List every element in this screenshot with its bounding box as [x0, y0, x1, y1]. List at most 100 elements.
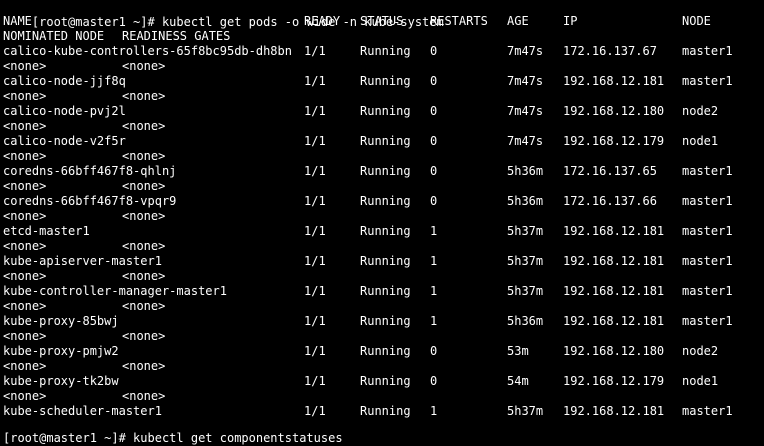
pod-ready: 1/1 — [304, 284, 326, 298]
pod-restarts: 0 — [430, 74, 438, 88]
table-row: coredns-66bff467f8-vpqr9 1/1 Running 0 5h36m… — [3, 194, 763, 209]
pod-name: calico-node-jjf8q — [3, 74, 126, 88]
pod-node: master1 — [682, 164, 733, 178]
pod-node: master1 — [682, 254, 733, 268]
table-row: kube-proxy-pmjw2 1/1 Running 0 53m 192.168.12… — [3, 344, 763, 359]
pod-readiness-gates: <none> — [122, 389, 166, 403]
pod-nominated-node: <none> — [3, 329, 47, 343]
pod-status: Running — [360, 224, 411, 238]
pod-age: 7m47s — [507, 134, 544, 148]
pod-readiness-gates: <none> — [122, 269, 166, 283]
pod-node: master1 — [682, 314, 733, 328]
table-row-continued: <none> <none> — [3, 149, 763, 164]
table-row-continued: <none> <none> — [3, 299, 763, 314]
pod-node: master1 — [682, 284, 733, 298]
table-row: etcd-master1 1/1 Running 1 5h37m 192.168.12.1… — [3, 224, 763, 239]
pod-age: 5h36m — [507, 164, 544, 178]
pod-status: Running — [360, 254, 411, 268]
pod-readiness-gates: <none> — [122, 179, 166, 193]
table-row: kube-proxy-tk2bw 1/1 Running 0 54m 192.168.12… — [3, 374, 763, 389]
pod-ready: 1/1 — [304, 44, 326, 58]
pod-readiness-gates: <none> — [122, 359, 166, 373]
pod-readiness-gates: <none> — [122, 59, 166, 73]
table-row-continued: <none> <none> — [3, 239, 763, 254]
pod-age: 5h36m — [507, 314, 544, 328]
pod-name: kube-proxy-85bwj — [3, 314, 119, 328]
pod-readiness-gates: <none> — [122, 149, 166, 163]
pod-restarts: 1 — [430, 314, 438, 328]
pod-ready: 1/1 — [304, 404, 326, 418]
pod-status: Running — [360, 374, 411, 388]
pod-restarts: 0 — [430, 134, 438, 148]
pod-ip: 192.168.12.181 — [563, 74, 665, 88]
pod-ip: 192.168.12.181 — [563, 224, 665, 238]
pod-name: coredns-66bff467f8-qhlnj — [3, 164, 177, 178]
pod-status: Running — [360, 344, 411, 358]
pod-status: Running — [360, 134, 411, 148]
header-nominated-node: NOMINATED NODE — [3, 29, 105, 43]
command-line: [root@master1 ~]# kubectl get pods -o wi… — [3, 0, 763, 29]
pod-readiness-gates: <none> — [122, 329, 166, 343]
pod-nominated-node: <none> — [3, 359, 47, 373]
table-row-continued: <none> <none> — [3, 59, 763, 74]
pod-node: node2 — [682, 344, 719, 358]
pod-restarts: 0 — [430, 164, 438, 178]
pod-node: master1 — [682, 224, 733, 238]
pod-node: node2 — [682, 104, 719, 118]
pod-status: Running — [360, 284, 411, 298]
pod-node: node1 — [682, 134, 719, 148]
pod-nominated-node: <none> — [3, 59, 47, 73]
table-row: calico-node-pvj2l 1/1 Running 0 7m47s 192.168… — [3, 104, 763, 119]
pod-name: calico-node-pvj2l — [3, 104, 126, 118]
pod-node: master1 — [682, 194, 733, 208]
pod-nominated-node: <none> — [3, 119, 47, 133]
terminal-window[interactable]: [root@master1 ~]# kubectl get pods -o wi… — [0, 0, 764, 445]
pod-age: 5h37m — [507, 254, 544, 268]
table-header: NAME READY STATUS RESTARTS AGE IP NODE — [3, 14, 763, 29]
table-row-continued: <none> <none> — [3, 389, 763, 404]
pod-ip: 172.16.137.66 — [563, 194, 657, 208]
table-row-continued: <none> <none> — [3, 89, 763, 104]
pod-ready: 1/1 — [304, 134, 326, 148]
pod-ready: 1/1 — [304, 74, 326, 88]
pod-readiness-gates: <none> — [122, 239, 166, 253]
pod-readiness-gates: <none> — [122, 209, 166, 223]
pod-status: Running — [360, 44, 411, 58]
table-row-continued: <none> <none> — [3, 269, 763, 284]
pod-status: Running — [360, 104, 411, 118]
pod-nominated-node: <none> — [3, 209, 47, 223]
pod-ip: 192.168.12.180 — [563, 104, 665, 118]
pod-name: kube-proxy-tk2bw — [3, 374, 119, 388]
pod-name: kube-apiserver-master1 — [3, 254, 162, 268]
table-row-continued: <none> <none> — [3, 359, 763, 374]
pod-ready: 1/1 — [304, 344, 326, 358]
pod-ip: 192.168.12.181 — [563, 284, 665, 298]
pod-readiness-gates: <none> — [122, 299, 166, 313]
pod-readiness-gates: <none> — [122, 89, 166, 103]
table-row: calico-kube-controllers-65f8bc95db-dh8bn… — [3, 44, 763, 59]
pod-status: Running — [360, 74, 411, 88]
pod-node: master1 — [682, 404, 733, 418]
pod-status: Running — [360, 194, 411, 208]
pod-nominated-node: <none> — [3, 389, 47, 403]
next-command-line: [root@master1 ~]# kubectl get components… — [3, 431, 343, 445]
table-row-continued: <none> <none> — [3, 179, 763, 194]
header-node: NODE — [682, 14, 711, 28]
pod-name: coredns-66bff467f8-vpqr9 — [3, 194, 177, 208]
header-age: AGE — [507, 14, 529, 28]
pod-restarts: 0 — [430, 104, 438, 118]
pod-restarts: 0 — [430, 374, 438, 388]
pod-status: Running — [360, 164, 411, 178]
table-row: kube-controller-manager-master1 1/1 Runnin… — [3, 284, 763, 299]
table-row: coredns-66bff467f8-qhlnj 1/1 Running 0 5h36m… — [3, 164, 763, 179]
pod-nominated-node: <none> — [3, 269, 47, 283]
pod-nominated-node: <none> — [3, 299, 47, 313]
pod-ip: 192.168.12.179 — [563, 134, 665, 148]
pod-ip: 172.16.137.65 — [563, 164, 657, 178]
pod-name: etcd-master1 — [3, 224, 90, 238]
pod-name: kube-controller-manager-master1 — [3, 284, 227, 298]
pod-restarts: 1 — [430, 284, 438, 298]
pod-ip: 192.168.12.181 — [563, 254, 665, 268]
pod-age: 5h37m — [507, 404, 544, 418]
pod-ready: 1/1 — [304, 104, 326, 118]
